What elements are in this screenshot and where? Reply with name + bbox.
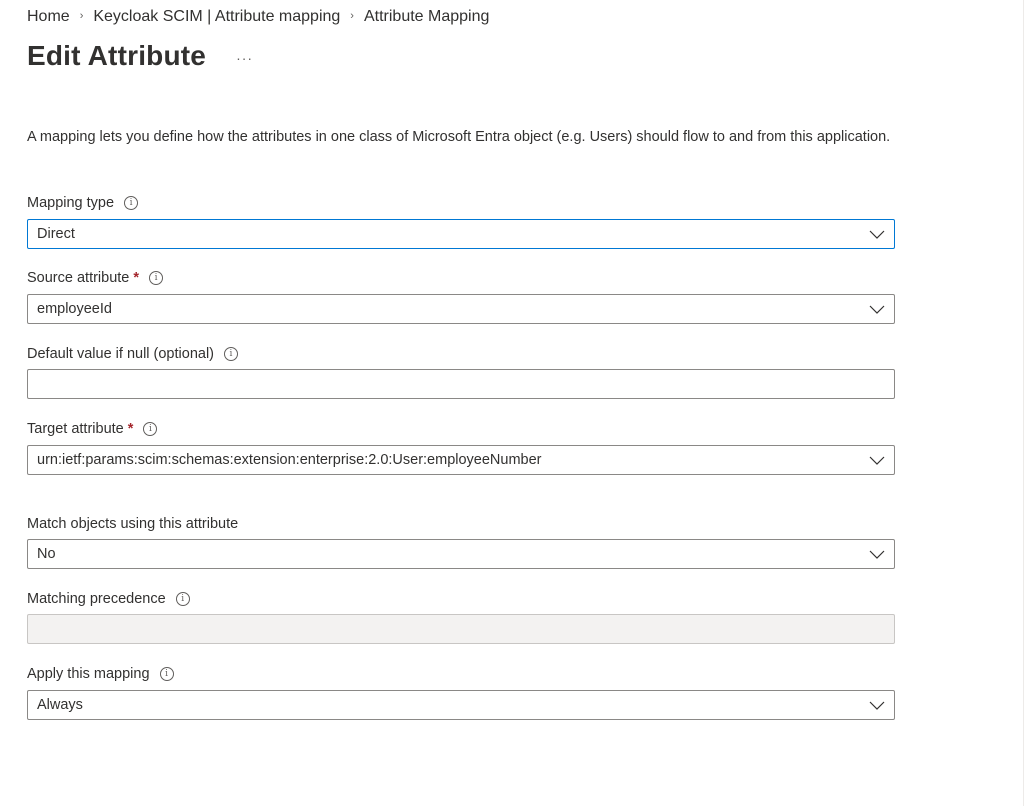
match-objects-label: Match objects using this attribute: [27, 516, 238, 532]
breadcrumb-separator-icon: ›: [350, 10, 354, 22]
apply-mapping-label: Apply this mapping i: [27, 666, 174, 682]
chevron-down-icon: [869, 456, 885, 465]
info-icon[interactable]: i: [124, 196, 139, 210]
target-attribute-dropdown[interactable]: urn:ietf:params:scim:schemas:extension:e…: [27, 445, 895, 475]
target-attribute-label: Target attribute * i: [27, 421, 158, 437]
info-icon[interactable]: i: [224, 347, 238, 361]
breadcrumb-attribute-mapping[interactable]: Attribute Mapping: [364, 8, 489, 26]
source-attribute-dropdown[interactable]: employeeId: [27, 294, 895, 324]
info-icon[interactable]: i: [143, 422, 158, 436]
mapping-type-value: Direct: [37, 226, 75, 242]
mapping-type-label: Mapping type i: [27, 195, 139, 211]
breadcrumb: Home › Keycloak SCIM | Attribute mapping…: [27, 8, 489, 26]
info-icon[interactable]: i: [149, 271, 164, 285]
target-attribute-value: urn:ietf:params:scim:schemas:extension:e…: [37, 452, 542, 468]
page-title: Edit Attribute: [27, 40, 207, 71]
apply-mapping-label-text: Apply this mapping: [27, 666, 150, 682]
chevron-down-icon: [869, 701, 885, 710]
apply-mapping-dropdown[interactable]: Always: [27, 690, 895, 720]
breadcrumb-separator-icon: ›: [79, 10, 84, 22]
breadcrumb-keycloak-scim[interactable]: Keycloak SCIM | Attribute mapping: [93, 8, 340, 26]
default-value-label-text: Default value if null (optional): [27, 346, 214, 362]
chevron-down-icon: [869, 550, 885, 559]
source-attribute-label-text: Source attribute: [27, 270, 130, 286]
breadcrumb-home[interactable]: Home: [27, 8, 70, 26]
source-attribute-value: employeeId: [37, 301, 112, 317]
default-value-input[interactable]: [27, 369, 895, 399]
default-value-label: Default value if null (optional) i: [27, 346, 238, 362]
info-icon[interactable]: i: [159, 667, 174, 681]
matching-precedence-label-text: Matching precedence: [27, 591, 166, 607]
required-indicator: *: [133, 270, 140, 286]
target-attribute-label-text: Target attribute: [27, 421, 124, 437]
title-row: Edit Attribute ···: [27, 40, 253, 72]
source-attribute-label: Source attribute * i: [27, 270, 164, 286]
more-icon[interactable]: ···: [236, 50, 253, 66]
match-objects-dropdown[interactable]: No: [27, 539, 895, 569]
edit-attribute-page: Home › Keycloak SCIM | Attribute mapping…: [0, 0, 1024, 806]
matching-precedence-input: [27, 614, 895, 644]
mapping-type-label-text: Mapping type: [27, 195, 115, 211]
mapping-type-dropdown[interactable]: Direct: [27, 219, 895, 249]
chevron-down-icon: [869, 230, 885, 239]
apply-mapping-value: Always: [37, 697, 83, 713]
info-icon[interactable]: i: [175, 592, 190, 606]
chevron-down-icon: [869, 305, 885, 314]
mapping-description: A mapping lets you define how the attrib…: [27, 129, 891, 145]
matching-precedence-label: Matching precedence i: [27, 591, 190, 607]
required-indicator: *: [127, 421, 134, 437]
match-objects-label-text: Match objects using this attribute: [27, 516, 239, 532]
match-objects-value: No: [37, 546, 56, 562]
